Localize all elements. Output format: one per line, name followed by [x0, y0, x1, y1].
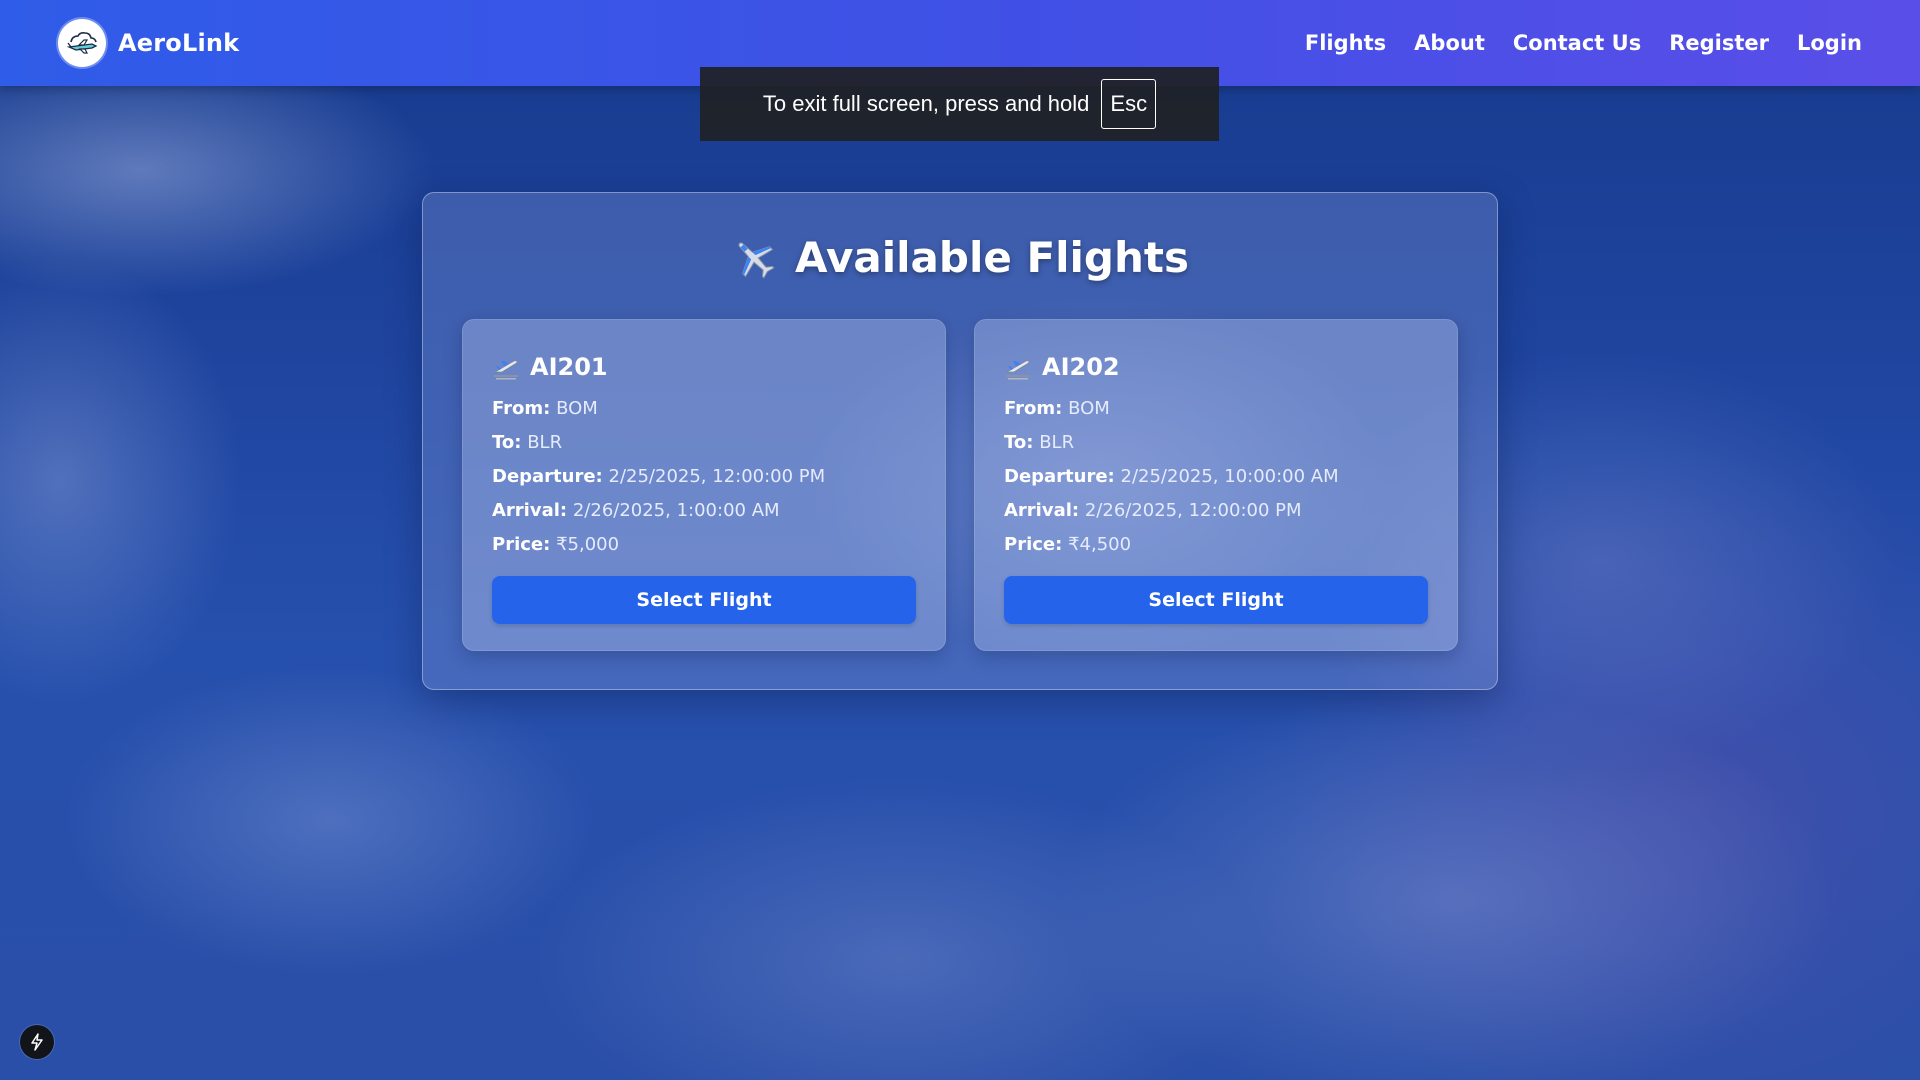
price-value: ₹4,500 — [1068, 534, 1132, 555]
price-label: Price: — [1004, 534, 1063, 555]
flight-from-row: From: BOM — [492, 392, 916, 426]
departure-plane-icon — [1004, 353, 1032, 381]
arrival-value: 2/26/2025, 12:00:00 PM — [1084, 500, 1302, 521]
fullscreen-toast-message: To exit full screen, press and hold — [762, 91, 1090, 116]
nav-link-about[interactable]: About — [1414, 31, 1485, 55]
flight-card-header: AI201 — [492, 350, 916, 384]
airplane-cloud-logo-icon — [58, 19, 106, 67]
from-label: From: — [1004, 398, 1063, 419]
to-value: BLR — [527, 432, 563, 453]
page-title: Available Flights — [423, 233, 1497, 282]
flight-card-header: AI202 — [1004, 350, 1428, 384]
flight-to-row: To: BLR — [1004, 426, 1428, 460]
flight-departure-row: Departure: 2/25/2025, 12:00:00 PM — [492, 460, 916, 494]
select-flight-button[interactable]: Select Flight — [1004, 576, 1428, 624]
flight-number: AI202 — [1042, 353, 1120, 381]
flight-from-row: From: BOM — [1004, 392, 1428, 426]
departure-label: Departure: — [1004, 466, 1115, 487]
departure-value: 2/25/2025, 12:00:00 PM — [608, 466, 826, 487]
from-value: BOM — [556, 398, 598, 419]
flight-card: AI201 From: BOM To: BLR Departure: 2/25/… — [462, 319, 946, 651]
nav-link-flights[interactable]: Flights — [1305, 31, 1386, 55]
flight-number: AI201 — [530, 353, 608, 381]
departure-plane-icon — [492, 353, 520, 381]
page-title-text: Available Flights — [795, 233, 1189, 282]
nav-links: Flights About Contact Us Register Login — [1277, 31, 1862, 55]
flight-card: AI202 From: BOM To: BLR Departure: 2/25/… — [974, 319, 1458, 651]
lightning-bolt-icon[interactable] — [20, 1025, 54, 1059]
price-value: ₹5,000 — [556, 534, 620, 555]
brand-name: AeroLink — [118, 29, 240, 57]
price-label: Price: — [492, 534, 551, 555]
nav-link-login[interactable]: Login — [1797, 31, 1862, 55]
departure-value: 2/25/2025, 10:00:00 AM — [1120, 466, 1339, 487]
flight-price-row: Price: ₹5,000 — [492, 528, 916, 562]
flight-price-row: Price: ₹4,500 — [1004, 528, 1428, 562]
flight-arrival-row: Arrival: 2/26/2025, 1:00:00 AM — [492, 494, 916, 528]
flight-arrival-row: Arrival: 2/26/2025, 12:00:00 PM — [1004, 494, 1428, 528]
flight-departure-row: Departure: 2/25/2025, 10:00:00 AM — [1004, 460, 1428, 494]
to-value: BLR — [1039, 432, 1075, 453]
fullscreen-exit-toast: To exit full screen, press and hold Esc — [700, 67, 1219, 141]
available-flights-panel: Available Flights AI201 From: BOM To: BL… — [422, 192, 1498, 690]
arrival-value: 2/26/2025, 1:00:00 AM — [572, 500, 780, 521]
to-label: To: — [1004, 432, 1034, 453]
to-label: To: — [492, 432, 522, 453]
fullscreen-toast-key: Esc — [1101, 79, 1157, 129]
from-label: From: — [492, 398, 551, 419]
nav-link-register[interactable]: Register — [1669, 31, 1769, 55]
from-value: BOM — [1068, 398, 1110, 419]
nav-link-contact-us[interactable]: Contact Us — [1513, 31, 1641, 55]
arrival-label: Arrival: — [1004, 500, 1080, 521]
flight-to-row: To: BLR — [492, 426, 916, 460]
brand[interactable]: AeroLink — [58, 19, 239, 67]
arrival-label: Arrival: — [492, 500, 568, 521]
select-flight-button[interactable]: Select Flight — [492, 576, 916, 624]
departure-label: Departure: — [492, 466, 603, 487]
airplane-icon — [731, 235, 777, 281]
